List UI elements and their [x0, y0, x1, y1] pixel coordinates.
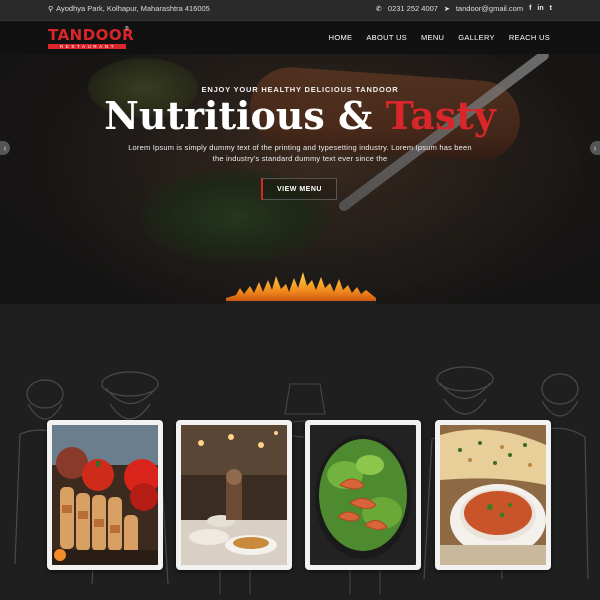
gallery-card-2[interactable] — [176, 420, 292, 570]
hero-slider: ENJOY YOUR HEALTHY DELICIOUS TANDOOR Nut… — [0, 54, 600, 304]
email-text[interactable]: tandoor@gmail.com — [456, 4, 523, 13]
hero-title-accent: Tasty — [385, 93, 496, 138]
main-navbar: TANDOOR RESTAURANT ® HOME ABOUT US MENU … — [0, 20, 600, 54]
linkedin-icon[interactable]: in — [537, 5, 543, 12]
gallery-card-3[interactable] — [305, 420, 421, 570]
registered-mark: ® — [125, 26, 129, 32]
hero-title: Nutritious & Tasty — [0, 94, 600, 138]
nav-gallery[interactable]: GALLERY — [458, 33, 495, 42]
twitter-icon[interactable]: t — [550, 5, 552, 12]
nav-menu: HOME ABOUT US MENU GALLERY REACH US — [329, 33, 550, 42]
gallery-card-1[interactable] — [47, 420, 163, 570]
brand-logo[interactable]: TANDOOR RESTAURANT ® — [48, 26, 135, 50]
nav-reach-us[interactable]: REACH US — [509, 33, 550, 42]
naan-curry-photo — [440, 425, 546, 565]
gallery-section — [0, 304, 600, 600]
chevron-right-icon[interactable]: › — [590, 141, 600, 155]
paper-plane-icon: ➤ — [443, 5, 450, 13]
flame-divider-icon — [226, 272, 376, 306]
address-text: Ayodhya Park, Kolhapur, Maharashtra 4160… — [56, 4, 210, 13]
location-pin-icon: ⚲ — [48, 5, 54, 13]
facebook-icon[interactable]: f — [529, 5, 531, 12]
phone-text[interactable]: 0231 252 4007 — [388, 4, 438, 13]
top-info-bar: ⚲ Ayodhya Park, Kolhapur, Maharashtra 41… — [0, 0, 600, 20]
contact-links: ✆ 0231 252 4007 ➤ tandoor@gmail.com f in… — [376, 4, 552, 13]
phone-icon: ✆ — [376, 5, 382, 13]
nav-about-us[interactable]: ABOUT US — [366, 33, 407, 42]
brand-name: TANDOOR — [48, 26, 135, 44]
restaurant-interior-photo — [181, 425, 287, 565]
kebab-skewers-photo — [52, 425, 158, 565]
nav-menu-link[interactable]: MENU — [421, 33, 444, 42]
hero-title-main: Nutritious & — [104, 93, 386, 138]
nav-home[interactable]: HOME — [329, 33, 353, 42]
hero-description: Lorem Ipsum is simply dummy text of the … — [128, 143, 472, 163]
address: ⚲ Ayodhya Park, Kolhapur, Maharashtra 41… — [48, 4, 210, 13]
brand-tagline: RESTAURANT — [48, 44, 126, 49]
view-menu-button[interactable]: VIEW MENU — [261, 178, 337, 200]
gallery-card-4[interactable] — [435, 420, 551, 570]
prawn-salad-photo — [310, 425, 416, 565]
